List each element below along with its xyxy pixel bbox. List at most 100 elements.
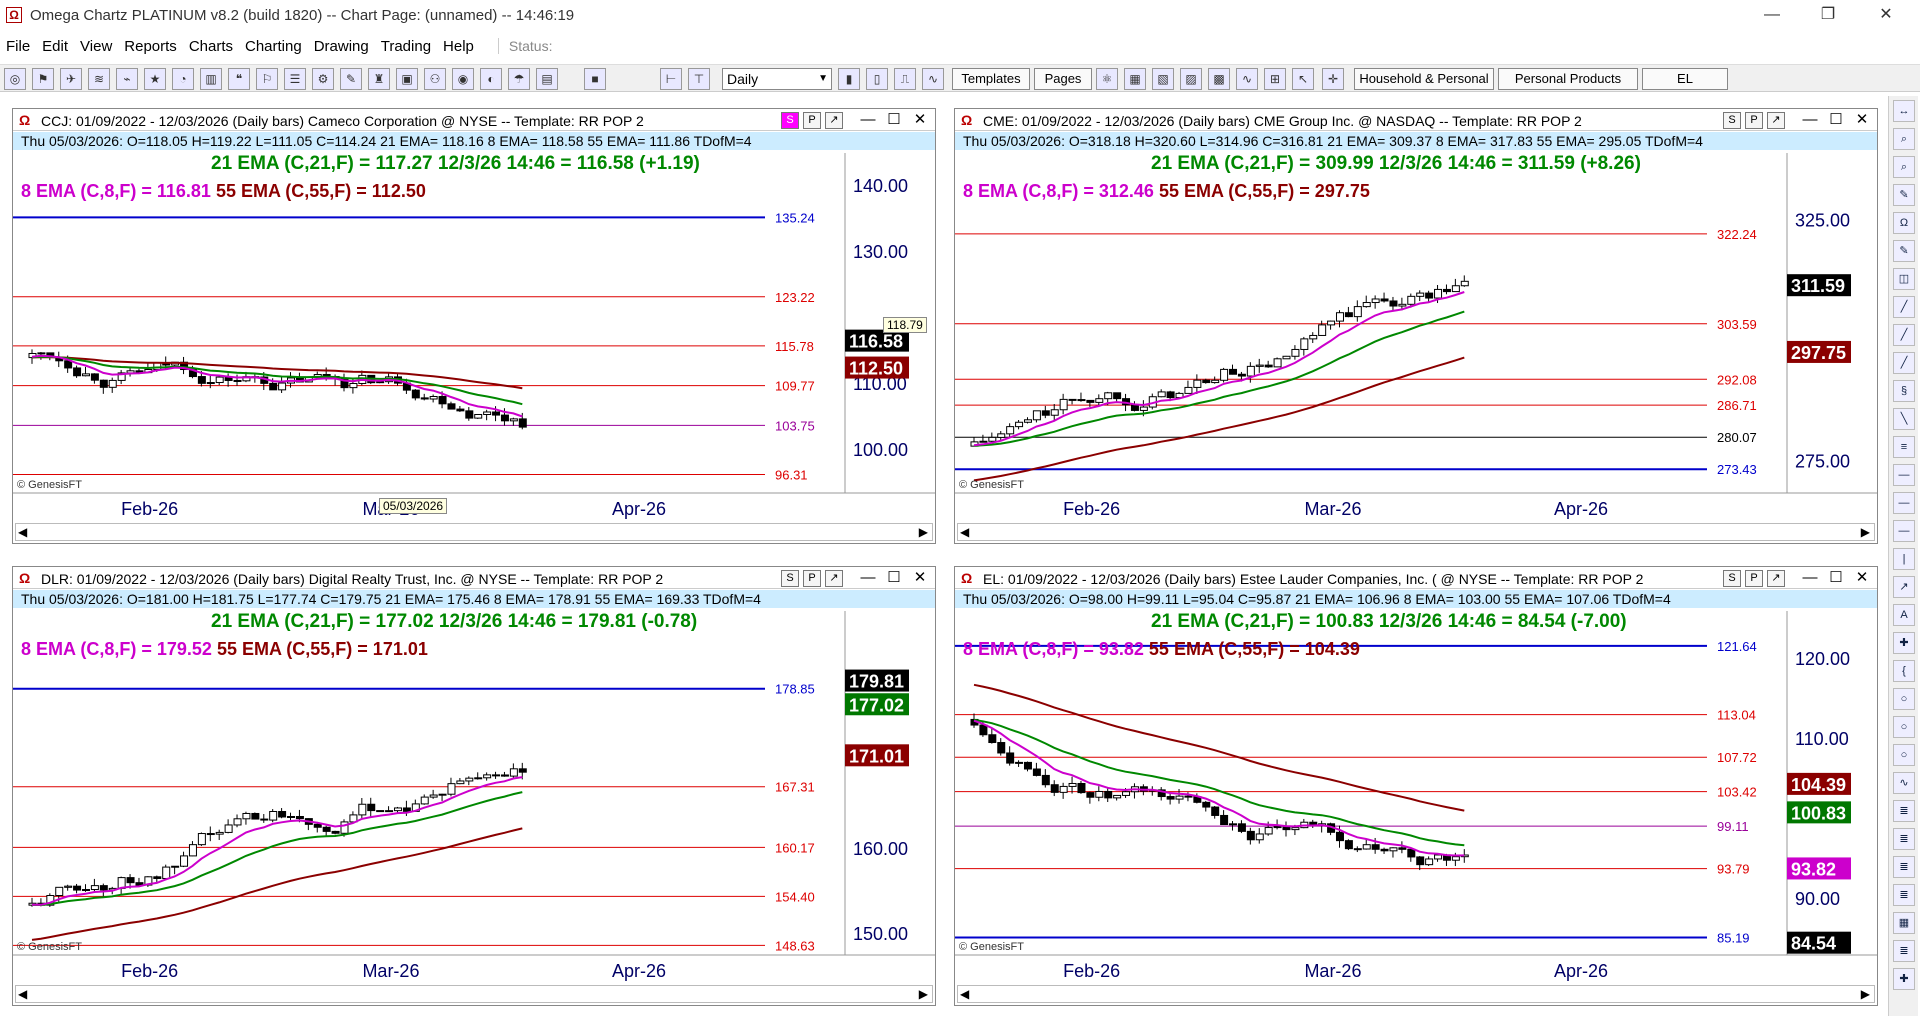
scroll-right-icon[interactable]: ▶ — [919, 987, 928, 1001]
scroll-left-icon[interactable]: ◀ — [18, 987, 27, 1001]
target-icon[interactable]: ◉ — [452, 68, 474, 90]
draw-tool-7-icon[interactable]: ◫ — [1893, 268, 1915, 290]
popout-button[interactable]: ↗ — [1767, 112, 1785, 129]
grid-icon[interactable]: ▣ — [396, 68, 418, 90]
bars-icon[interactable]: ▥ — [200, 68, 222, 90]
chart-close-button[interactable]: ✕ — [909, 110, 931, 130]
pie-icon[interactable]: ◔ — [172, 68, 194, 90]
chart-a-icon[interactable]: ≋ — [88, 68, 110, 90]
crosshair-icon[interactable]: ✛ — [1322, 68, 1344, 90]
quote-icon[interactable]: ❝ — [228, 68, 250, 90]
draw-tool-24-icon[interactable]: ○ — [1893, 744, 1915, 766]
chart-window-dlr[interactable]: Ω DLR: 01/09/2022 - 12/03/2026 (Daily bar… — [12, 566, 936, 1006]
draw-tool-25-icon[interactable]: ∿ — [1893, 772, 1915, 794]
personal-products-button[interactable]: Personal Products — [1498, 68, 1638, 90]
chart-close-button[interactable]: ✕ — [1851, 110, 1873, 130]
draw-tool-20-icon[interactable]: ✚ — [1893, 632, 1915, 654]
line-chart-icon[interactable]: ∿ — [922, 68, 944, 90]
pencil-icon[interactable]: ✎ — [340, 68, 362, 90]
el-page-button[interactable]: EL — [1642, 68, 1728, 90]
chart-window-el[interactable]: Ω EL: 01/09/2022 - 12/03/2026 (Daily bars… — [954, 566, 1878, 1006]
draw-tool-27-icon[interactable]: ≣ — [1893, 828, 1915, 850]
scroll-left-icon[interactable]: ◀ — [18, 525, 27, 539]
link-icon[interactable]: ⚇ — [424, 68, 446, 90]
price-plot[interactable]: 322.24 303.59 292.08 286.71 280.07 273.43 325.… — [955, 153, 1878, 523]
draw-tool-30-icon[interactable]: ▦ — [1893, 912, 1915, 934]
ohlc-chart-icon[interactable]: ⎍ — [894, 68, 916, 90]
draw-tool-5-icon[interactable]: Ω — [1893, 212, 1915, 234]
price-plot[interactable]: 135.24 123.22 115.78 109.77 103.75 96.31 140.0… — [13, 153, 936, 523]
table-icon[interactable]: ▤ — [536, 68, 558, 90]
draw-tool-3-icon[interactable]: ⌕ — [1893, 156, 1915, 178]
menu-file[interactable]: File — [0, 38, 36, 55]
expand-icon[interactable]: ⊞ — [1264, 68, 1286, 90]
scroll-left-icon[interactable]: ◀ — [960, 987, 969, 1001]
draw-tool-28-icon[interactable]: ≣ — [1893, 856, 1915, 878]
scroll-right-icon[interactable]: ▶ — [1861, 525, 1870, 539]
chart-minimize-button[interactable]: — — [1799, 110, 1821, 130]
draw-tool-12-icon[interactable]: ╲ — [1893, 408, 1915, 430]
grid-d-icon[interactable]: ▩ — [1208, 68, 1230, 90]
draw-tool-32-icon[interactable]: ✚ — [1893, 968, 1915, 990]
line-start-icon[interactable]: ⊢ — [660, 68, 682, 90]
stop-icon[interactable]: ■ — [584, 68, 606, 90]
draw-tool-22-icon[interactable]: ○ — [1893, 688, 1915, 710]
draw-tool-10-icon[interactable]: ╱ — [1893, 352, 1915, 374]
popout-button[interactable]: ↗ — [1767, 570, 1785, 587]
chart-close-button[interactable]: ✕ — [909, 568, 931, 588]
menu-charts[interactable]: Charts — [183, 38, 239, 55]
draw-tool-2-icon[interactable]: ⌕ — [1893, 128, 1915, 150]
atom-icon[interactable]: ⚛ — [1096, 68, 1118, 90]
templates-button[interactable]: Templates — [952, 68, 1030, 90]
globe-icon[interactable]: ◎ — [4, 68, 26, 90]
minimize-button[interactable]: — — [1744, 0, 1800, 30]
study-s-button[interactable]: S — [1723, 112, 1741, 129]
umbrella-icon[interactable]: ☂ — [508, 68, 530, 90]
menu-view[interactable]: View — [74, 38, 118, 55]
menu-trading[interactable]: Trading — [375, 38, 437, 55]
period-dropdown[interactable]: Daily ▼ — [722, 68, 832, 90]
horizontal-scrollbar[interactable]: ◀ ▶ — [15, 523, 933, 541]
draw-tool-18-icon[interactable]: ↗ — [1893, 576, 1915, 598]
horizontal-scrollbar[interactable]: ◀ ▶ — [15, 985, 933, 1003]
scroll-right-icon[interactable]: ▶ — [1861, 987, 1870, 1001]
grid-b-icon[interactable]: ▧ — [1152, 68, 1174, 90]
horizontal-scrollbar[interactable]: ◀ ▶ — [957, 985, 1875, 1003]
hammer-icon[interactable]: ✈ — [60, 68, 82, 90]
menu-help[interactable]: Help — [437, 38, 480, 55]
draw-tool-15-icon[interactable]: — — [1893, 492, 1915, 514]
draw-tool-19-icon[interactable]: A — [1893, 604, 1915, 626]
draw-tool-13-icon[interactable]: ≡ — [1893, 436, 1915, 458]
chart-minimize-button[interactable]: — — [1799, 568, 1821, 588]
price-plot[interactable]: 178.85 167.31 160.17 154.40 148.63 160.00 150.… — [13, 611, 936, 985]
draw-tool-31-icon[interactable]: ≣ — [1893, 940, 1915, 962]
draw-tool-9-icon[interactable]: ╱ — [1893, 324, 1915, 346]
traffic-icon[interactable]: ⚑ — [32, 68, 54, 90]
study-p-button[interactable]: P — [1745, 570, 1763, 587]
bar-chart-icon[interactable]: ▮ — [838, 68, 860, 90]
scroll-right-icon[interactable]: ▶ — [919, 525, 928, 539]
cursor-icon[interactable]: ↖ — [1292, 68, 1314, 90]
half-icon[interactable]: ◐ — [480, 68, 502, 90]
popout-button[interactable]: ↗ — [825, 570, 843, 587]
gear-icon[interactable]: ⚙ — [312, 68, 334, 90]
menu-charting[interactable]: Charting — [239, 38, 308, 55]
study-s-button[interactable]: S — [1723, 570, 1741, 587]
draw-tool-8-icon[interactable]: ╱ — [1893, 296, 1915, 318]
grid-a-icon[interactable]: ▦ — [1124, 68, 1146, 90]
chart-b-icon[interactable]: ⌁ — [116, 68, 138, 90]
draw-tool-16-icon[interactable]: — — [1893, 520, 1915, 542]
price-plot[interactable]: 121.64 113.04 107.72 103.42 99.11 93.79 85.19 1… — [955, 611, 1878, 985]
draw-tool-6-icon[interactable]: ✎ — [1893, 240, 1915, 262]
draw-tool-11-icon[interactable]: § — [1893, 380, 1915, 402]
popout-button[interactable]: ↗ — [825, 112, 843, 129]
draw-tool-23-icon[interactable]: ○ — [1893, 716, 1915, 738]
horizontal-scrollbar[interactable]: ◀ ▶ — [957, 523, 1875, 541]
chart-window-ccj[interactable]: Ω CCJ: 01/09/2022 - 12/03/2026 (Daily bar… — [12, 108, 936, 544]
draw-tool-29-icon[interactable]: ≣ — [1893, 884, 1915, 906]
study-p-button[interactable]: P — [803, 570, 821, 587]
pages-button[interactable]: Pages — [1034, 68, 1092, 90]
star-icon[interactable]: ★ — [144, 68, 166, 90]
close-button[interactable]: ✕ — [1858, 0, 1914, 30]
grid-c-icon[interactable]: ▨ — [1180, 68, 1202, 90]
